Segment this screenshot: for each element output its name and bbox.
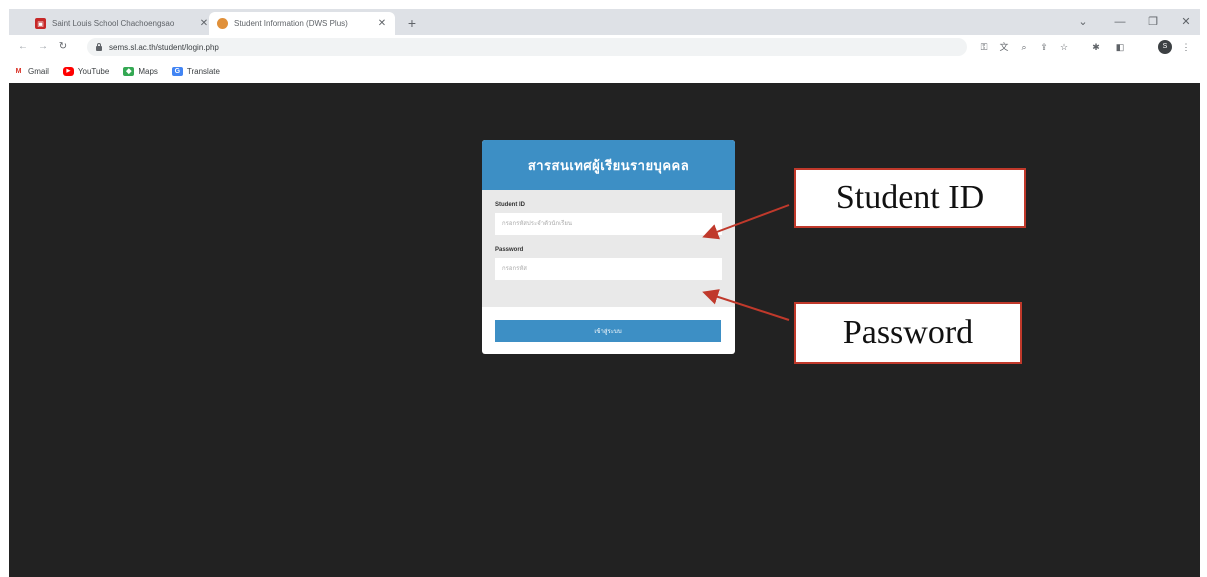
window-close-icon[interactable]: ✕ (1175, 13, 1197, 31)
close-icon[interactable]: ✕ (377, 18, 387, 29)
new-tab-button[interactable]: + (403, 14, 421, 32)
school-favicon-icon: ▣ (35, 18, 46, 29)
bookmarks-bar: M Gmail ▶ YouTube ◆ Maps G Translate (9, 59, 1200, 83)
share-icon[interactable]: ⇪ (1037, 40, 1051, 54)
login-button[interactable]: เข้าสู่ระบบ (495, 320, 721, 342)
login-card-footer: เข้าสู่ระบบ (482, 307, 735, 342)
student-id-input[interactable] (495, 213, 722, 235)
student-id-callout: Student ID (794, 168, 1026, 228)
zoom-icon[interactable]: ⌕ (1017, 40, 1031, 54)
tab-strip: ▣ Saint Louis School Chachoengsao ✕ Stud… (9, 9, 1200, 35)
more-menu-icon[interactable]: ⋮ (1179, 40, 1193, 54)
browser-toolbar: ← → ↻ sems.sl.ac.th/student/login.php ⚿ … (9, 35, 1200, 59)
tab-title: Saint Louis School Chachoengsao (52, 19, 175, 28)
forward-icon[interactable]: → (35, 39, 51, 55)
password-callout: Password (794, 302, 1022, 364)
restore-icon[interactable]: ❐ (1142, 13, 1164, 31)
page-content: สารสนเทศผู้เรียนรายบุคคล Student ID Pass… (9, 83, 1200, 577)
close-icon[interactable]: ✕ (199, 18, 209, 29)
bookmark-gmail[interactable]: M Gmail (13, 67, 49, 76)
url-text: sems.sl.ac.th/student/login.php (109, 42, 219, 52)
bookmark-maps[interactable]: ◆ Maps (123, 66, 158, 76)
extensions-icon[interactable]: ✱ (1089, 40, 1103, 54)
bookmark-youtube[interactable]: ▶ YouTube (62, 66, 110, 76)
tab-student-information[interactable]: Student Information (DWS Plus) ✕ (209, 12, 395, 35)
side-panel-icon[interactable]: ◧ (1113, 40, 1127, 54)
bookmark-translate[interactable]: G Translate (171, 66, 220, 76)
back-icon[interactable]: ← (15, 39, 31, 55)
login-card-header: สารสนเทศผู้เรียนรายบุคคล (482, 140, 735, 190)
lock-icon[interactable] (95, 43, 103, 51)
translate-icon: G (171, 66, 183, 76)
translate-page-icon[interactable]: 文 (997, 40, 1011, 54)
tab-search-icon[interactable]: ⌄ (1072, 13, 1094, 31)
bookmark-label: Translate (186, 66, 220, 76)
tab-school[interactable]: ▣ Saint Louis School Chachoengsao ✕ (27, 12, 217, 35)
login-form: Student ID Password (482, 190, 735, 307)
student-id-label: Student ID (495, 202, 525, 208)
bookmark-star-icon[interactable]: ☆ (1057, 40, 1071, 54)
screenshot: ▣ Saint Louis School Chachoengsao ✕ Stud… (0, 0, 1207, 577)
reload-icon[interactable]: ↻ (55, 39, 71, 55)
profile-avatar[interactable]: S (1158, 40, 1172, 54)
gmail-icon: M (15, 67, 22, 75)
tab-title: Student Information (DWS Plus) (234, 19, 348, 28)
password-label: Password (495, 247, 524, 253)
login-title: สารสนเทศผู้เรียนรายบุคคล (527, 157, 690, 173)
key-icon[interactable]: ⚿ (977, 40, 991, 54)
login-card: สารสนเทศผู้เรียนรายบุคคล Student ID Pass… (482, 140, 735, 354)
site-favicon-icon (217, 18, 228, 29)
bookmark-label: Gmail (28, 66, 49, 76)
bookmark-label: Maps (138, 66, 158, 76)
address-bar[interactable]: sems.sl.ac.th/student/login.php (87, 38, 967, 56)
youtube-icon: ▶ (62, 66, 74, 76)
maps-icon: ◆ (123, 66, 135, 76)
password-input[interactable] (495, 258, 722, 280)
browser-window: ▣ Saint Louis School Chachoengsao ✕ Stud… (9, 9, 1200, 577)
minimize-icon[interactable]: — (1109, 13, 1131, 31)
bookmark-label: YouTube (77, 66, 110, 76)
